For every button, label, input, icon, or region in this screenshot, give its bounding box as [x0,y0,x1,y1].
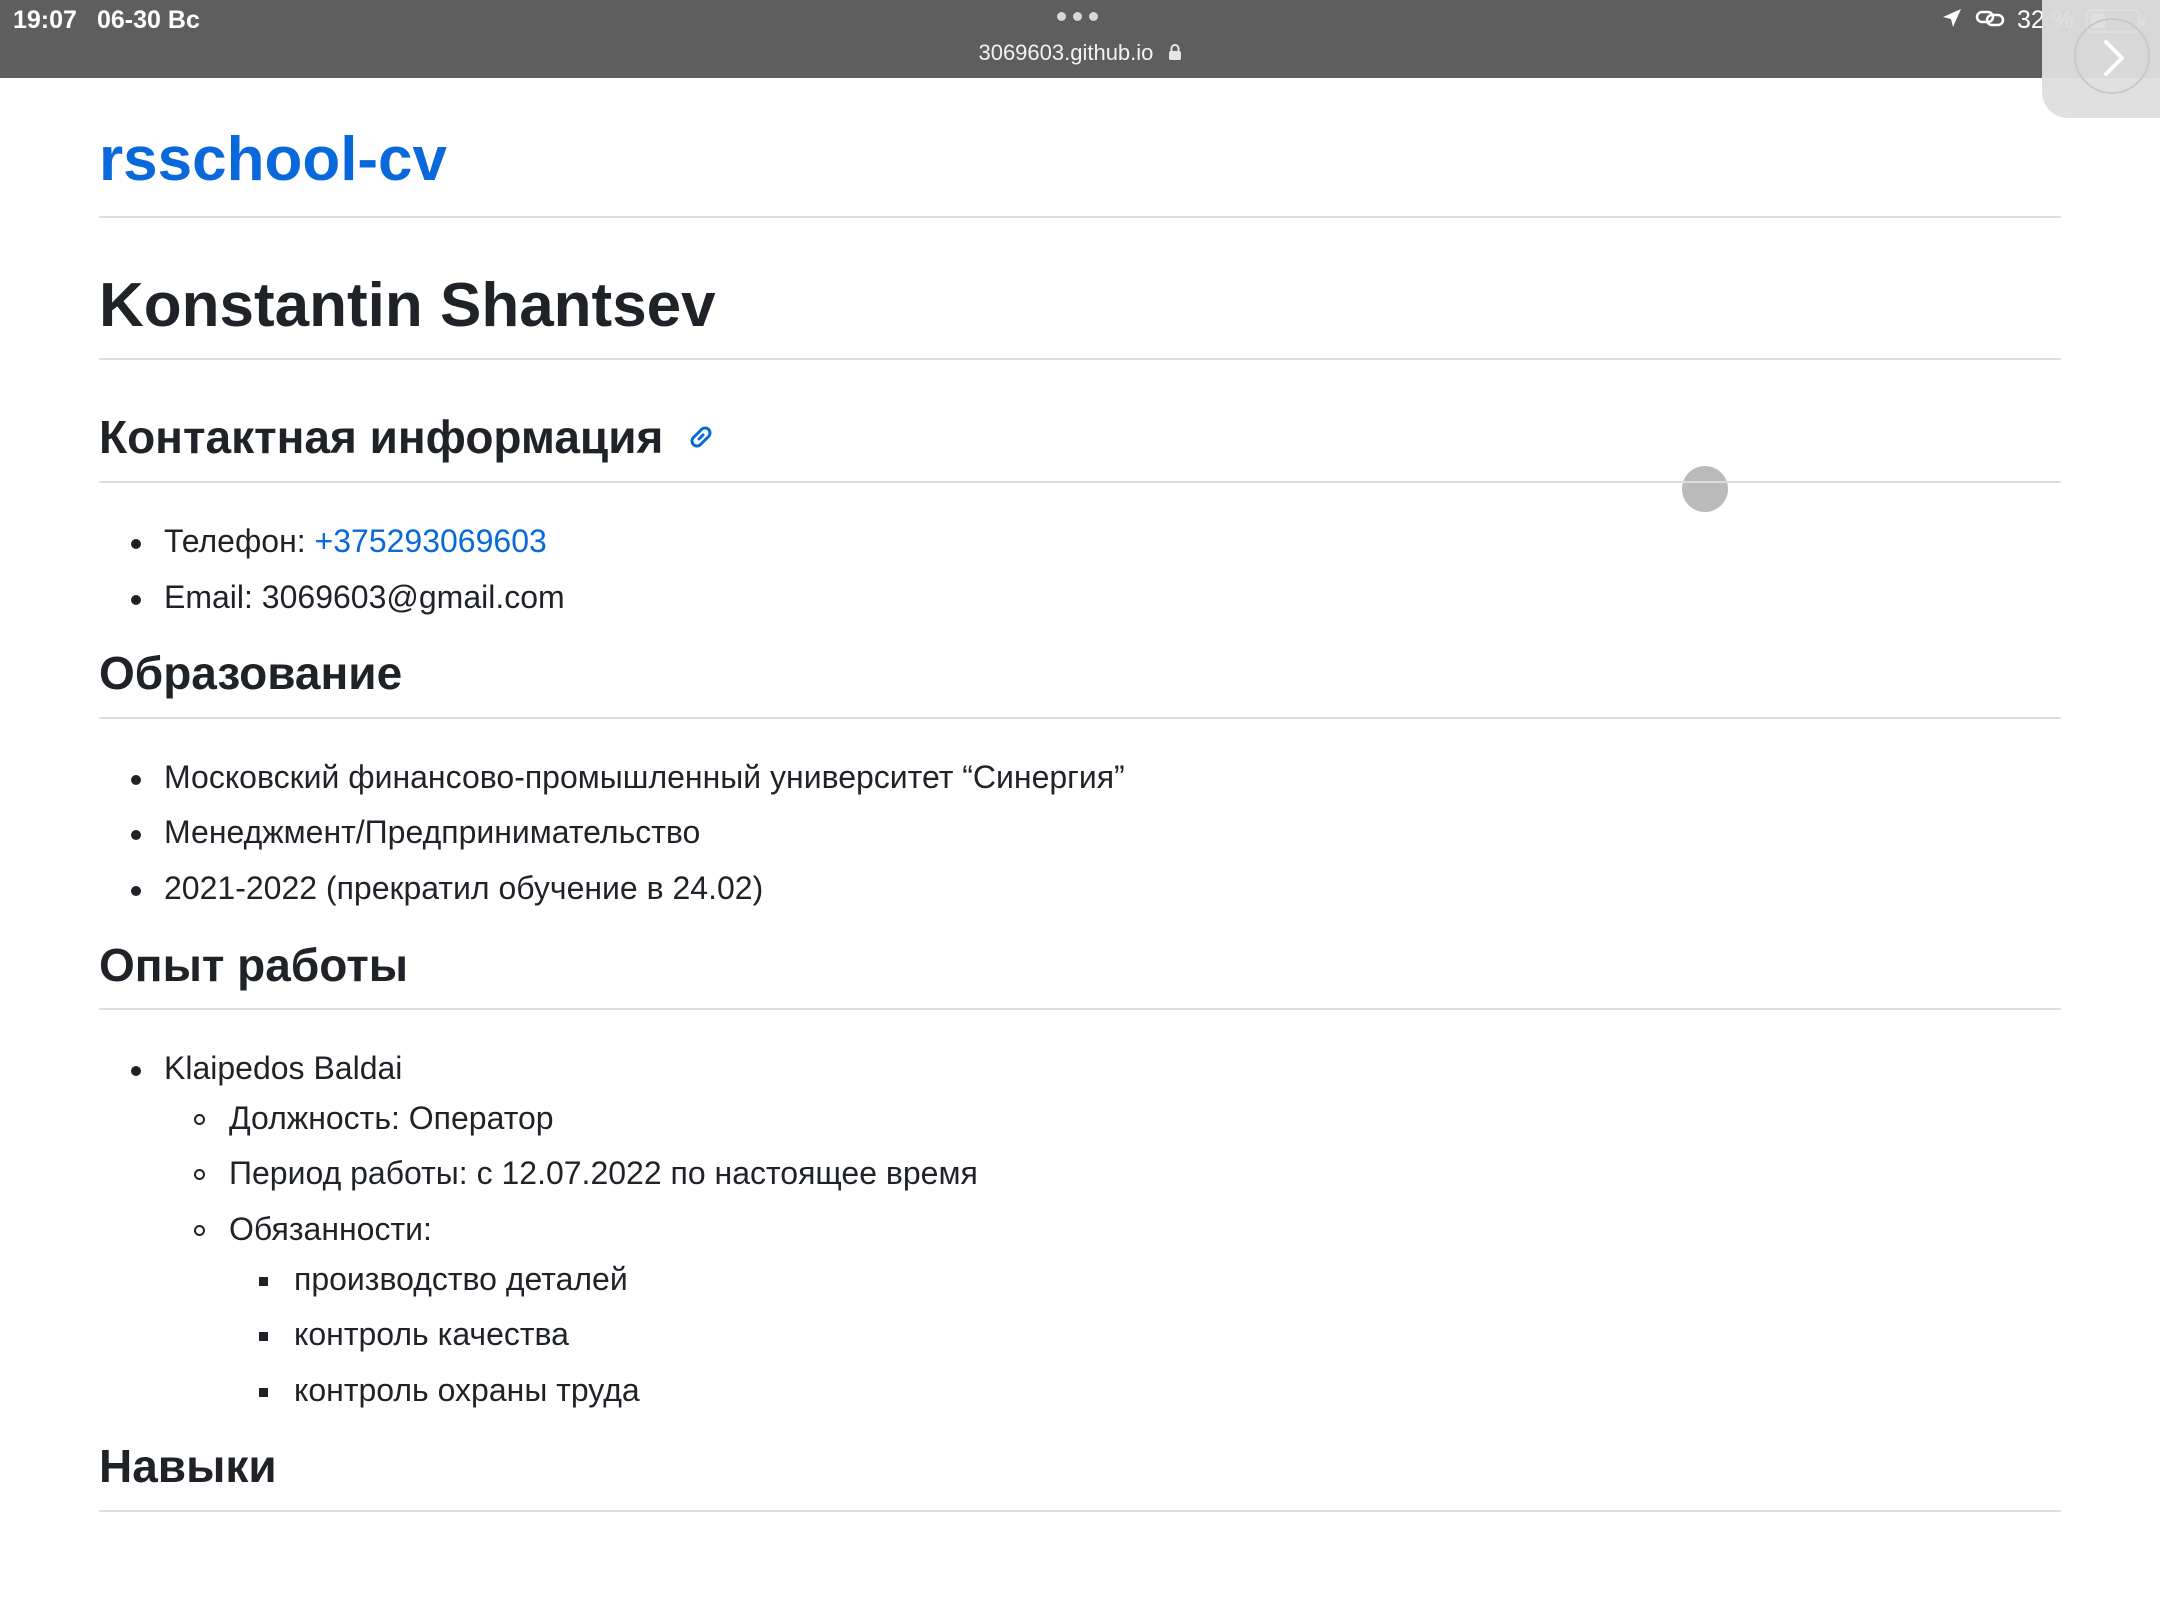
divider [99,1509,2061,1512]
list-item: Менеджмент/Предпринимательство [99,812,2061,854]
divider [99,1008,2061,1011]
location-icon [1941,7,1963,34]
list-item: Должность: Оператор [164,1098,2061,1140]
contacts-list: Телефон: +375293069603 Email: 3069603@gm… [99,521,2061,618]
divider [99,716,2061,719]
list-item: Email: 3069603@gmail.com [99,577,2061,619]
status-bar: 19:07 06-30 Вс 3069603.github.io 32 % [0,0,2160,78]
list-item: контроль качества [229,1314,2061,1356]
link-chain-icon [1975,7,2005,34]
status-date: 06-30 Вс [97,6,200,34]
section-heading-text: Контактная информация [99,411,664,464]
page-content: rsschool-cv Konstantin Shantsev Контактн… [99,78,2061,1512]
divider [99,216,2061,219]
page-title: Konstantin Shantsev [99,271,716,341]
url-text: 3069603.github.io [978,40,1154,65]
address-bar[interactable]: 3069603.github.io [0,40,2160,67]
experience-details: Должность: Оператор Период работы: с 12.… [164,1098,2061,1412]
link-icon [685,412,717,463]
list-item: 2021-2022 (прекратил обучение в 24.02) [99,868,2061,910]
phone-link[interactable]: +375293069603 [315,523,547,559]
multitasking-dots-icon[interactable] [1057,12,1098,21]
list-item: Телефон: +375293069603 [99,521,2061,563]
divider [99,480,2061,483]
site-title-link[interactable]: rsschool-cv [99,78,2061,194]
list-item: Период работы: с 12.07.2022 по настоящее… [164,1153,2061,1195]
duties-list: производство деталей контроль качества к… [229,1259,2061,1412]
status-time: 19:07 [13,6,77,34]
lock-icon [1168,41,1182,67]
experience-list: Klaipedos Baldai Должность: Оператор Пер… [99,1048,2061,1411]
list-item: контроль охраны труда [229,1370,2061,1412]
chevron-right-icon [2096,38,2130,83]
education-list: Московский финансово-промышленный универ… [99,757,2061,910]
heading-anchor-link[interactable] [685,412,717,463]
list-item: Обязанности: производство деталей контро… [164,1209,2061,1411]
list-item: производство деталей [229,1259,2061,1301]
section-heading-contacts: Контактная информация [99,412,2061,463]
list-item: Klaipedos Baldai Должность: Оператор Пер… [99,1048,2061,1411]
list-item: Московский финансово-промышленный универ… [99,757,2061,799]
section-heading-education: Образование [99,647,403,700]
section-heading-experience: Опыт работы [99,938,409,991]
divider [99,358,2061,361]
section-heading-skills: Навыки [99,1440,277,1493]
company-name: Klaipedos Baldai [164,1050,403,1087]
phone-label: Телефон: [164,522,315,559]
duties-label: Обязанности: [229,1210,432,1247]
